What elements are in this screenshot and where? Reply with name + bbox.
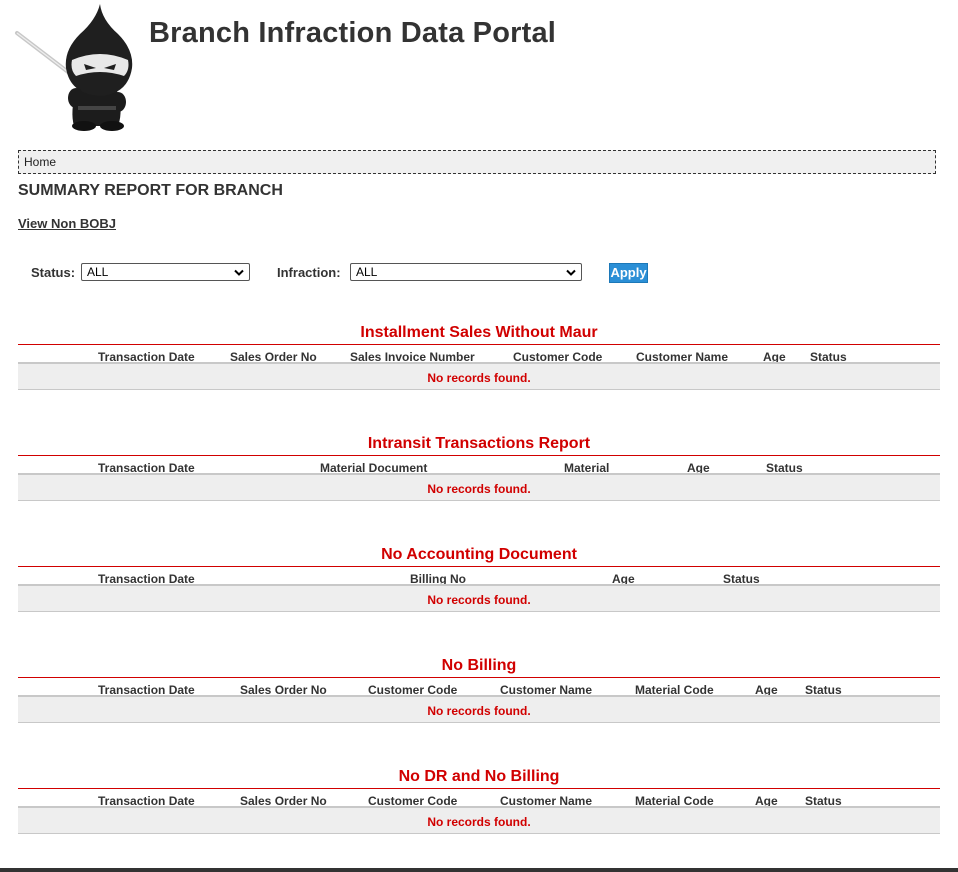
status-select-value: ALL [87,265,109,279]
status-select[interactable]: ALL [81,263,250,281]
page-title: SUMMARY REPORT FOR BRANCH [18,182,283,199]
empty-row: No records found. [18,695,940,723]
footer-bar [0,868,958,872]
status-filter-label: Status: [31,265,76,280]
report-divider [18,344,940,345]
empty-row: No records found. [18,584,940,612]
chevron-down-icon [566,269,576,276]
no-records-text: No records found. [427,371,531,385]
infraction-select[interactable]: ALL [350,263,582,281]
empty-row: No records found. [18,362,940,390]
apply-button[interactable]: Apply [609,263,648,283]
no-records-text: No records found. [427,704,531,718]
report-installment-sales: Installment Sales Without Maur Transacti… [18,324,940,410]
report-divider [18,455,940,456]
no-records-text: No records found. [427,593,531,607]
breadcrumb: Home [18,150,936,174]
chevron-down-icon [234,269,244,276]
report-title: Intransit Transactions Report [367,435,591,452]
page-header: Branch Infraction Data Portal [0,0,958,140]
report-intransit-transactions: Intransit Transactions Report Transactio… [18,435,940,521]
report-title: No DR and No Billing [398,768,560,785]
no-records-text: No records found. [427,815,531,829]
infraction-filter-label: Infraction: [277,265,341,280]
report-title: Installment Sales Without Maur [360,324,598,341]
report-divider [18,677,940,678]
report-title: No Accounting Document [381,546,577,563]
report-divider [18,788,940,789]
report-no-accounting-document: No Accounting Document Transaction Date … [18,546,940,632]
report-no-billing: No Billing Transaction Date Sales Order … [18,657,940,743]
view-non-bobj-link[interactable]: View Non BOBJ [18,216,116,231]
infraction-select-value: ALL [356,265,378,279]
ninja-logo [14,2,139,132]
report-title: No Billing [441,657,517,674]
report-divider [18,566,940,567]
report-no-dr-no-billing: No DR and No Billing Transaction Date Sa… [18,768,940,854]
portal-title: Branch Infraction Data Portal [149,17,557,49]
no-records-text: No records found. [427,482,531,496]
breadcrumb-home[interactable]: Home [24,155,56,169]
empty-row: No records found. [18,473,940,501]
empty-row: No records found. [18,806,940,834]
